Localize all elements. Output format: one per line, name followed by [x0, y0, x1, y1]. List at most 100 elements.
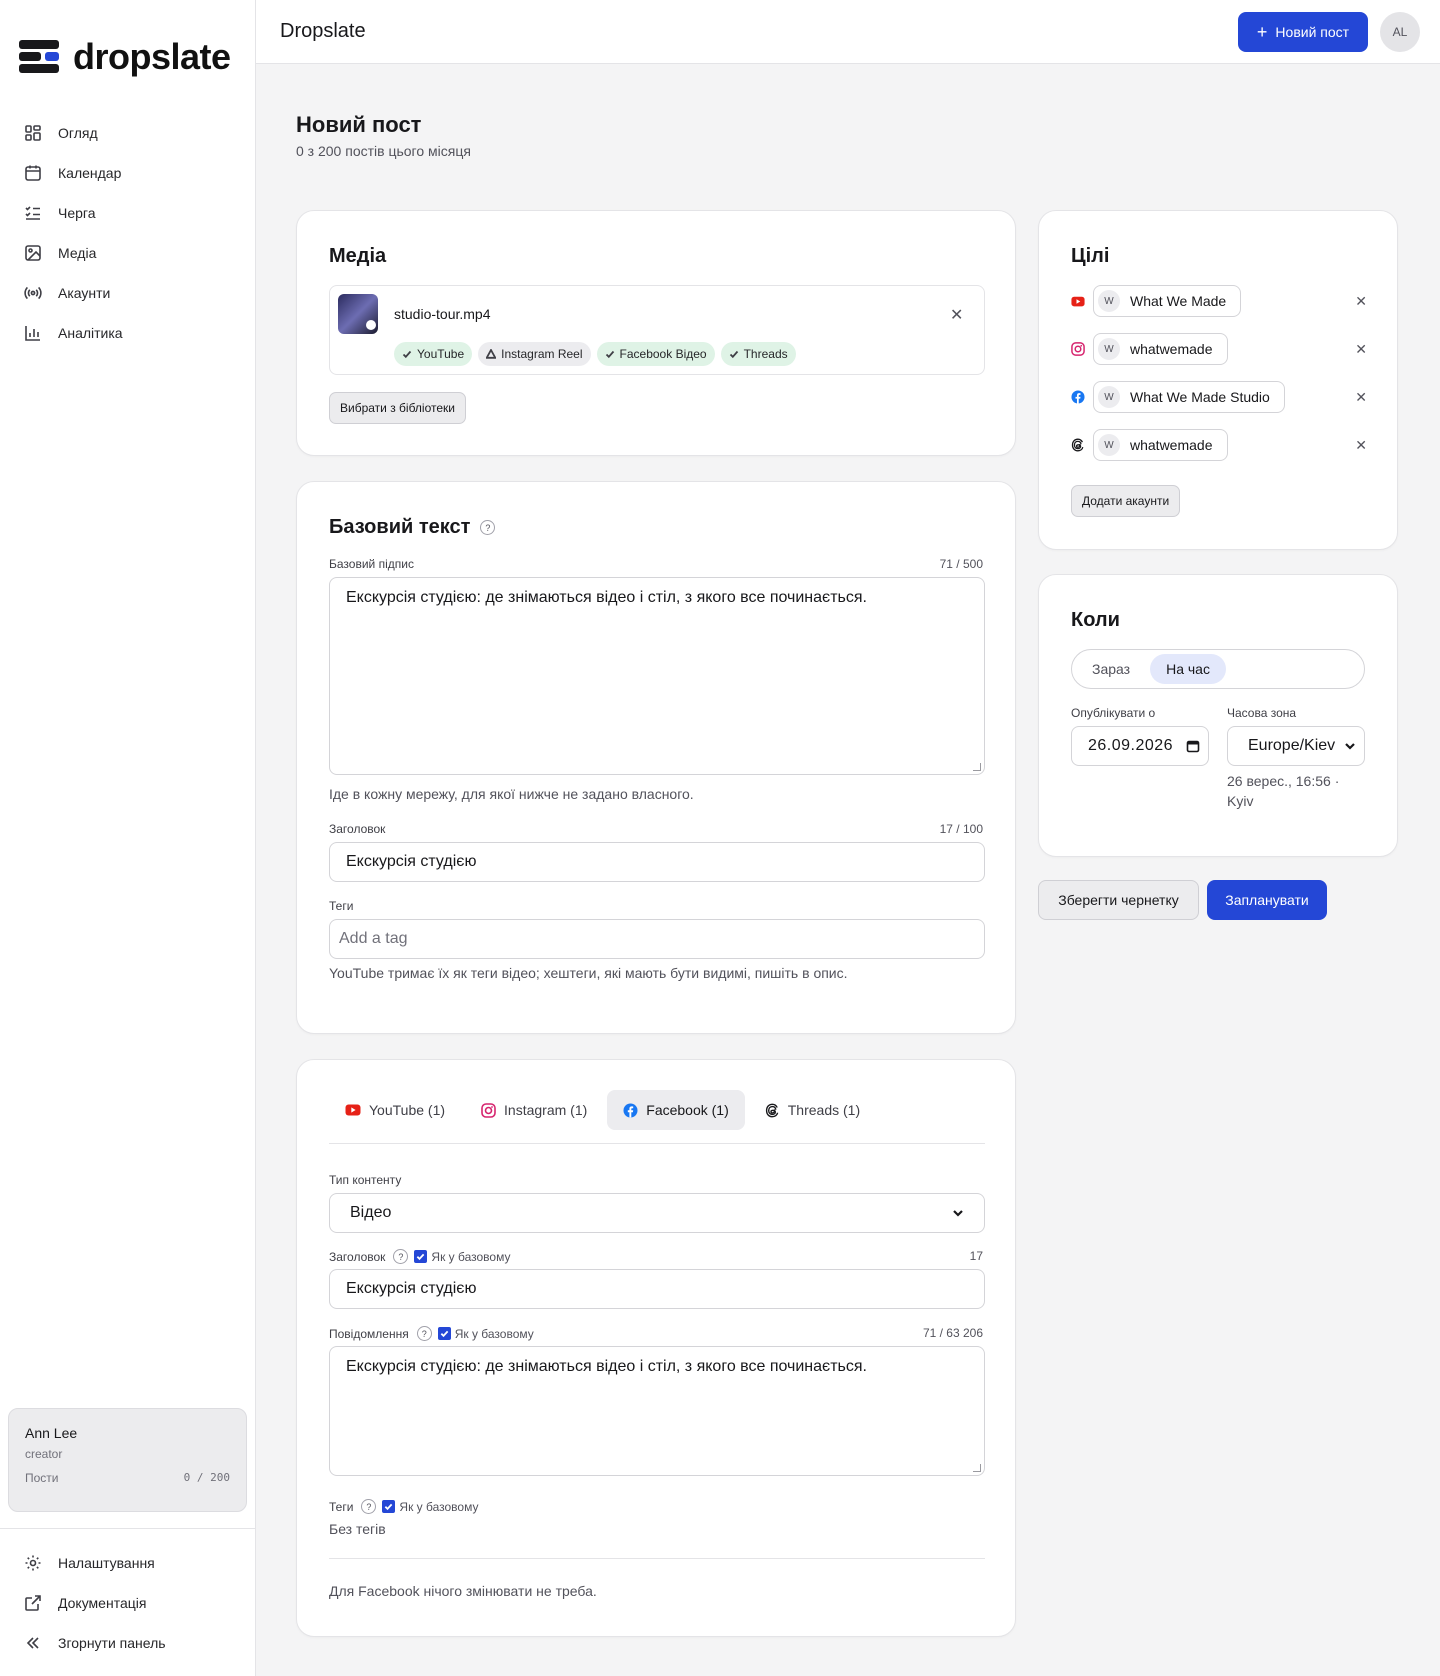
sidebar-item-label: Аналітика — [58, 325, 123, 341]
warning-icon — [486, 349, 497, 359]
tab-threads[interactable]: Threads (1) — [749, 1090, 876, 1130]
timezone-value: Europe/Kiev — [1248, 737, 1336, 754]
account-name: whatwemade — [1130, 437, 1213, 453]
sidebar-item-label: Медіа — [58, 245, 97, 261]
caption-textarea[interactable]: Екскурсія студією: де знімаються відео і… — [329, 577, 985, 775]
posts-usage: Пости 0 / 200 — [25, 1471, 230, 1485]
app-title: Dropslate — [280, 20, 366, 42]
tags-input[interactable]: Add a tag — [329, 919, 985, 959]
page-subtitle: 0 з 200 постів цього місяця — [296, 143, 471, 159]
sidebar-item-collapse[interactable]: Згорнути панель — [24, 1623, 256, 1663]
media-title: Медіа — [329, 245, 387, 267]
schedule-button[interactable]: Запланувати — [1207, 880, 1327, 920]
brand-logo[interactable]: dropslate — [19, 36, 231, 78]
chip-facebook-video: Facebook Відео — [596, 342, 715, 366]
sidebar-item-label: Календар — [58, 165, 122, 181]
check-icon — [417, 1253, 425, 1261]
target-row: W What We Made ✕ — [1071, 285, 1367, 317]
choose-from-library-button[interactable]: Вибрати з бібліотеки — [329, 392, 466, 424]
posts-value: 0 / 200 — [183, 1471, 230, 1484]
heading-label: Заголовок — [329, 822, 386, 836]
avatar[interactable]: AL — [1380, 12, 1420, 52]
help-icon[interactable]: ? — [361, 1499, 377, 1514]
posts-label: Пости — [25, 1471, 59, 1485]
sidebar-item-calendar[interactable]: Календар — [24, 153, 234, 193]
file-name: studio-tour.mp4 — [394, 306, 491, 322]
help-icon[interactable]: ? — [416, 1326, 432, 1341]
check-icon — [729, 350, 738, 359]
fb-heading-label-row: Заголовок ? Як у базовому — [329, 1249, 510, 1264]
fb-message-textarea[interactable]: Екскурсія студією: де знімаються відео і… — [329, 1346, 985, 1476]
remove-target-close-icon[interactable]: ✕ — [1355, 293, 1367, 310]
tab-youtube[interactable]: YouTube (1) — [329, 1090, 461, 1130]
account-pill[interactable]: W whatwemade — [1093, 333, 1228, 365]
remove-file-close-icon[interactable]: ✕ — [950, 308, 963, 324]
brand-name: dropslate — [73, 36, 231, 77]
account-pill[interactable]: W whatwemade — [1093, 429, 1228, 461]
fb-message-text: Екскурсія студією: де знімаються відео і… — [346, 1358, 867, 1375]
resize-handle[interactable] — [973, 763, 981, 771]
caption-text: Екскурсія студією: де знімаються відео і… — [346, 589, 867, 606]
sidebar-item-settings[interactable]: Налаштування — [24, 1543, 256, 1583]
new-post-label: Новий пост — [1275, 24, 1350, 40]
help-icon[interactable]: ? — [393, 1249, 409, 1264]
calendar-icon — [25, 165, 41, 181]
base-text-card: Базовий текст ? Базовий підпис 71 / 500 … — [296, 481, 1016, 1034]
sidebar-item-overview[interactable]: Огляд — [24, 113, 234, 153]
fb-message-counter: 71 / 63 206 — [922, 1326, 983, 1340]
sidebar-item-media[interactable]: Медіа — [24, 233, 234, 273]
content-type-select[interactable]: Відео — [329, 1193, 985, 1233]
caption-hint: Іде в кожну мережу, для якої нижче не за… — [329, 786, 694, 802]
sidebar-item-label: Документація — [58, 1595, 147, 1611]
fb-heading-input[interactable]: Екскурсія студією — [329, 1269, 985, 1309]
sidebar-item-analytics[interactable]: Аналітика — [24, 313, 234, 353]
sidebar-item-label: Налаштування — [58, 1555, 155, 1571]
check-icon — [402, 350, 412, 359]
sidebar-item-accounts[interactable]: Акаунти — [24, 273, 234, 313]
sidebar-item-label: Огляд — [58, 125, 98, 141]
new-post-button[interactable]: + Новий пост — [1238, 12, 1368, 52]
local-time-line1: 26 верес., 16:56 · — [1227, 773, 1340, 789]
publish-date-input[interactable]: 26.09.2026 — [1071, 726, 1209, 766]
mode-scheduled-option[interactable]: На час — [1150, 654, 1226, 684]
bar-chart-icon — [25, 326, 40, 341]
same-as-base-label: Як у базовому — [431, 1249, 511, 1264]
account-pill[interactable]: W What We Made Studio — [1093, 381, 1285, 413]
account-pill[interactable]: W What We Made — [1093, 285, 1242, 317]
chevron-down-icon — [1345, 743, 1355, 750]
resize-handle[interactable] — [973, 1464, 981, 1472]
timezone-select[interactable]: Europe/Kiev — [1227, 726, 1365, 766]
check-icon — [605, 350, 614, 359]
user-card[interactable]: Ann Lee creator Пости 0 / 200 — [8, 1408, 247, 1512]
youtube-icon — [345, 1104, 361, 1116]
platform-overrides-card: YouTube (1) Instagram (1) Facebook (1) T… — [296, 1059, 1016, 1637]
calendar-icon — [1186, 740, 1200, 753]
tab-facebook[interactable]: Facebook (1) — [607, 1090, 745, 1130]
fb-footer-note: Для Facebook нічого змінювати не треба. — [329, 1583, 597, 1599]
sidebar-item-docs[interactable]: Документація — [24, 1583, 256, 1623]
instagram-icon — [1071, 342, 1085, 356]
targets-card: Цілі W What We Made ✕ W whatwemade ✕ W W… — [1038, 210, 1398, 550]
publish-date-value: 26.09.2026 — [1088, 737, 1174, 754]
account-name: What We Made Studio — [1130, 389, 1270, 405]
save-draft-button[interactable]: Зберегти чернетку — [1038, 880, 1199, 920]
tab-instagram[interactable]: Instagram (1) — [465, 1090, 603, 1130]
image-icon — [25, 245, 41, 261]
heading-input[interactable]: Екскурсія студією — [329, 842, 985, 882]
target-row: W whatwemade ✕ — [1071, 429, 1367, 461]
same-as-base-checkbox[interactable] — [414, 1250, 428, 1263]
remove-target-close-icon[interactable]: ✕ — [1355, 437, 1367, 454]
remove-target-close-icon[interactable]: ✕ — [1355, 341, 1367, 358]
help-icon[interactable]: ? — [480, 520, 496, 535]
add-accounts-button[interactable]: Додати акаунти — [1071, 485, 1181, 517]
same-as-base-checkbox[interactable] — [437, 1327, 451, 1340]
topbar: Dropslate + Новий пост AL — [256, 0, 1440, 64]
remove-target-close-icon[interactable]: ✕ — [1355, 389, 1367, 406]
base-text-header: Базовий текст ? — [329, 516, 496, 539]
when-title: Коли — [1071, 609, 1120, 631]
chevrons-left-icon — [26, 1637, 39, 1649]
account-avatar: W — [1098, 434, 1120, 456]
sidebar-item-queue[interactable]: Черга — [24, 193, 234, 233]
mode-now-option[interactable]: Зараз — [1076, 654, 1146, 684]
same-as-base-checkbox[interactable] — [382, 1500, 396, 1513]
